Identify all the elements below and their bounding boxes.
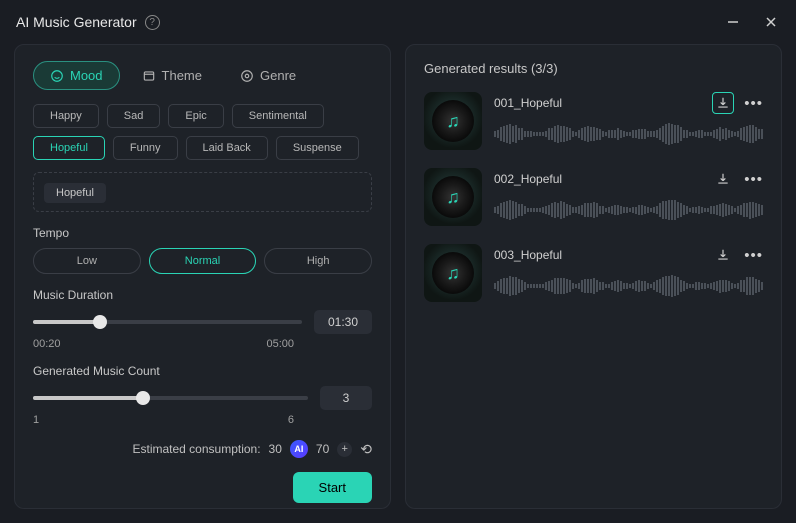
tempo-low[interactable]: Low bbox=[33, 248, 141, 274]
selected-tag[interactable]: Hopeful bbox=[44, 183, 106, 203]
genre-icon bbox=[240, 69, 254, 83]
ai-badge-icon: AI bbox=[290, 440, 308, 458]
tab-mood[interactable]: Mood bbox=[33, 61, 120, 90]
download-icon bbox=[716, 248, 730, 262]
mood-chip-sentimental[interactable]: Sentimental bbox=[232, 104, 324, 128]
duration-max: 05:00 bbox=[266, 338, 294, 350]
music-note-icon: ♫ bbox=[446, 263, 460, 284]
tab-label: Mood bbox=[70, 68, 103, 83]
music-note-icon: ♫ bbox=[446, 187, 460, 208]
controls-panel: Mood Theme Genre Happy Sad Epic Sentimen… bbox=[14, 44, 391, 509]
consumption-balance: 70 bbox=[316, 442, 329, 456]
mood-chips: Happy Sad Epic Sentimental Hopeful Funny… bbox=[33, 104, 372, 160]
tab-theme[interactable]: Theme bbox=[126, 62, 218, 89]
mood-chip-funny[interactable]: Funny bbox=[113, 136, 178, 160]
duration-min: 00:20 bbox=[33, 338, 61, 350]
consumption-cost: 30 bbox=[269, 442, 282, 456]
download-button[interactable] bbox=[712, 92, 734, 114]
download-icon bbox=[716, 96, 730, 110]
result-item: ♫ 001_Hopeful ••• bbox=[424, 92, 763, 150]
count-label: Generated Music Count bbox=[33, 364, 372, 378]
tempo-normal[interactable]: Normal bbox=[149, 248, 257, 274]
window-controls bbox=[724, 13, 780, 31]
mood-chip-suspense[interactable]: Suspense bbox=[276, 136, 359, 160]
count-max: 6 bbox=[288, 414, 294, 426]
mood-icon bbox=[50, 69, 64, 83]
result-name: 003_Hopeful bbox=[494, 248, 562, 262]
count-min: 1 bbox=[33, 414, 39, 426]
tab-label: Theme bbox=[162, 68, 202, 83]
result-thumbnail[interactable]: ♫ bbox=[424, 92, 482, 150]
tab-genre[interactable]: Genre bbox=[224, 62, 312, 89]
download-button[interactable] bbox=[712, 244, 734, 266]
waveform[interactable] bbox=[494, 122, 763, 146]
results-panel: Generated results (3/3) ♫ 001_Hopeful ••… bbox=[405, 44, 782, 509]
duration-value: 01:30 bbox=[314, 310, 372, 334]
result-thumbnail[interactable]: ♫ bbox=[424, 168, 482, 226]
duration-slider[interactable] bbox=[33, 320, 302, 324]
titlebar: AI Music Generator ? bbox=[0, 0, 796, 44]
duration-label: Music Duration bbox=[33, 288, 372, 302]
add-credits-button[interactable]: + bbox=[337, 442, 352, 457]
result-item: ♫ 002_Hopeful ••• bbox=[424, 168, 763, 226]
download-button[interactable] bbox=[712, 168, 734, 190]
category-tabs: Mood Theme Genre bbox=[33, 61, 372, 90]
mood-chip-sad[interactable]: Sad bbox=[107, 104, 161, 128]
waveform[interactable] bbox=[494, 274, 763, 298]
app-title: AI Music Generator bbox=[16, 14, 137, 30]
refresh-icon[interactable]: ⟲ bbox=[360, 441, 372, 458]
mood-chip-hopeful[interactable]: Hopeful bbox=[33, 136, 105, 160]
mood-chip-laid-back[interactable]: Laid Back bbox=[186, 136, 268, 160]
tempo-high[interactable]: High bbox=[264, 248, 372, 274]
more-icon[interactable]: ••• bbox=[744, 247, 763, 264]
close-button[interactable] bbox=[762, 13, 780, 31]
content-area: Mood Theme Genre Happy Sad Epic Sentimen… bbox=[0, 44, 796, 523]
result-item: ♫ 003_Hopeful ••• bbox=[424, 244, 763, 302]
start-button[interactable]: Start bbox=[293, 472, 372, 503]
download-icon bbox=[716, 172, 730, 186]
theme-icon bbox=[142, 69, 156, 83]
minimize-button[interactable] bbox=[724, 13, 742, 31]
waveform[interactable] bbox=[494, 198, 763, 222]
result-name: 002_Hopeful bbox=[494, 172, 562, 186]
count-slider[interactable] bbox=[33, 396, 308, 400]
count-value: 3 bbox=[320, 386, 372, 410]
tempo-options: Low Normal High bbox=[33, 248, 372, 274]
results-title: Generated results (3/3) bbox=[424, 61, 763, 76]
result-thumbnail[interactable]: ♫ bbox=[424, 244, 482, 302]
result-name: 001_Hopeful bbox=[494, 96, 562, 110]
help-icon[interactable]: ? bbox=[145, 15, 160, 30]
mood-chip-happy[interactable]: Happy bbox=[33, 104, 99, 128]
tab-label: Genre bbox=[260, 68, 296, 83]
consumption-label: Estimated consumption: bbox=[132, 442, 260, 456]
more-icon[interactable]: ••• bbox=[744, 95, 763, 112]
consumption-row: Estimated consumption: 30 AI 70 + ⟲ bbox=[33, 440, 372, 458]
mood-chip-epic[interactable]: Epic bbox=[168, 104, 223, 128]
more-icon[interactable]: ••• bbox=[744, 171, 763, 188]
selected-tags-box: Hopeful bbox=[33, 172, 372, 212]
music-note-icon: ♫ bbox=[446, 111, 460, 132]
tempo-label: Tempo bbox=[33, 226, 372, 240]
